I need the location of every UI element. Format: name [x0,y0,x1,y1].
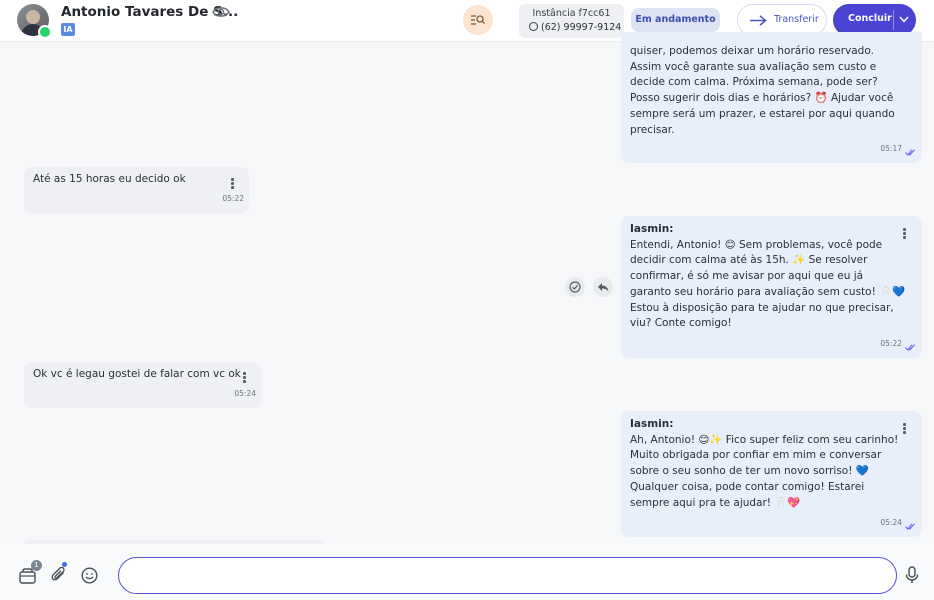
message-text: Até as 15 horas eu decido ok [33,173,186,185]
reply-icon [598,283,609,292]
conclude-label: Concluir [848,13,892,24]
instance-name: Instância f7cc61 [532,8,611,19]
chevron-down-icon[interactable] [899,16,909,23]
message-time: 05:24 [234,389,256,399]
search-messages-button[interactable] [463,5,493,35]
button-divider [893,10,894,30]
message-menu-icon[interactable] [231,178,234,189]
message-bubble-incoming[interactable]: Até as 15 horas eu decido ok 05:22 [24,167,249,213]
ia-badge: IA [61,23,75,36]
message-input[interactable] [119,558,896,593]
message-bubble-outgoing[interactable]: quiser, podemos deixar um horário reserv… [621,32,922,163]
reply-button[interactable] [593,277,613,297]
message-menu-icon[interactable] [243,372,246,383]
paperclip-icon[interactable] [51,566,67,584]
check-circle-icon [569,281,581,293]
message-menu-icon[interactable] [903,423,906,434]
status-badge[interactable]: Em andamento [631,8,720,32]
message-text: quiser, podemos deixar um horário reserv… [630,45,895,136]
message-bubble-outgoing[interactable]: Iasmin: Ah, Antonio! 😊✨ Fico super feliz… [621,411,922,537]
message-time: 05:17 [880,144,902,154]
transfer-label: Transferir [774,14,819,25]
message-menu-icon[interactable] [903,228,906,239]
message-author: Iasmin: [630,223,674,235]
double-check-icon [905,523,915,530]
eye-icon[interactable] [212,5,230,19]
message-author: Iasmin: [630,418,674,430]
instance-phone-number: (62) 99997-9124 [541,22,622,33]
message-time: 05:24 [880,518,902,528]
notification-count-badge: 1 [31,560,42,571]
message-bubble-incoming[interactable]: Ok vc é legau gostei de falar com vc ok … [24,362,261,408]
double-check-icon [905,149,915,156]
message-text: Ok vc é legau gostei de falar com vc ok [33,368,241,380]
message-time: 05:22 [880,339,902,349]
double-check-icon [905,344,915,351]
message-time: 05:22 [222,194,244,204]
mark-as-read-button[interactable] [565,277,585,297]
attachment-indicator [62,562,67,567]
instance-info: Instância f7cc61 (62) 99997-9124 [519,4,624,38]
instance-phone: (62) 99997-9124 [529,22,621,33]
message-input-container [118,557,897,594]
message-bubble-outgoing[interactable]: Iasmin: Entendi, Antonio! 😊 Sem problema… [621,216,922,358]
arrow-right-icon [750,15,767,26]
message-text: Ah, Antonio! 😊✨ Fico super feliz com seu… [630,433,899,509]
microphone-icon[interactable] [905,566,919,584]
emoji-icon[interactable] [81,567,98,584]
whatsapp-icon [38,25,52,39]
whatsapp-icon [529,22,538,31]
search-list-icon [471,15,485,25]
message-text: Entendi, Antonio! 😊 Sem problemas, você … [630,238,906,330]
